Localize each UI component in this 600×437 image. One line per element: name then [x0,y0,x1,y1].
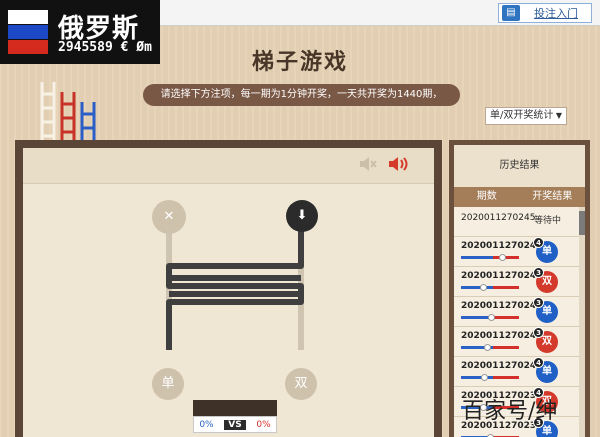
history-number-badge: 3 [533,267,544,278]
ladder-track [166,226,304,350]
history-status: 等待中 [534,216,562,226]
even-percent: 0% [256,419,271,430]
bet-ratio-bar: 0% VS 0% [193,400,277,437]
left-start-icon[interactable]: ✕ [152,200,186,234]
history-row[interactable]: 2020011270244 4 单 [454,237,585,267]
history-ratio-knob [488,314,495,321]
history-result-ball: 3单 [533,297,558,323]
history-row[interactable]: 2020011270240 4 单 [454,357,585,387]
history-title: 历史结果 [454,145,585,187]
help-label: 投注入门 [534,7,578,20]
history-period: 2020011270243 [461,271,543,281]
russia-flag-icon [8,10,48,54]
history-columns: 期数 开奖结果 [454,187,585,207]
history-row[interactable]: 2020011270242 3 单 [454,297,585,327]
history-ratio-knob [499,254,506,261]
history-number-badge: 4 [533,357,544,368]
history-period: 2020011270242 [461,301,543,311]
stats-select-value: 单/双开奖统计 [490,110,554,121]
history-scrollbar[interactable] [579,207,585,437]
site-logo[interactable]: 俄罗斯 2945589 € Øm [0,0,160,64]
history-result-ball: 4单 [533,357,558,383]
history-ratio-red [493,346,519,349]
watermark: 百家号/绅 [462,399,558,424]
history-result-ball: 3双 [533,327,558,353]
history-result-ball: 4单 [533,237,558,263]
history-ratio-knob [484,344,491,351]
arrow-down-icon[interactable]: ⬇ [286,200,318,232]
history-ratio-bar [461,284,519,291]
history-ratio-bar [461,374,519,381]
history-period: 2020011270240 [461,361,543,371]
history-ratio-bar [461,314,519,321]
book-icon: ▤ [502,5,520,21]
history-result: 双 [542,336,552,347]
ratio-header [193,400,277,416]
odd-end-label[interactable]: 单 [152,368,184,400]
column-result: 开奖结果 [532,191,573,202]
stats-select[interactable]: 单/双开奖统计 ▼ [485,107,567,125]
history-result: 单 [542,306,552,317]
notice-banner: 请选择下方注项，每一期为1分钟开奖，一天共开奖为1440期， [143,84,460,106]
history-number-badge: 4 [533,237,544,248]
history-result-ball: 3双 [533,267,558,293]
history-result: 单 [542,426,552,437]
history-result: 单 [542,246,552,257]
history-ratio-red [493,256,519,259]
vs-badge: VS [224,419,246,430]
history-ratio-knob [481,374,488,381]
history-ratio-knob [480,284,487,291]
game-board: ✕ ⬇ 单 双 [15,140,442,437]
history-row[interactable]: 2020011270243 3 双 [454,267,585,297]
history-number-badge: 3 [533,327,544,338]
history-row[interactable]: 2020011270241 3 双 [454,327,585,357]
decorative-ladders-icon [40,82,96,148]
history-ratio-red [493,316,519,319]
even-end-label[interactable]: 双 [285,368,317,400]
history-result: 双 [542,276,552,287]
column-period: 期数 [476,191,497,202]
caret-down-icon: ▼ [555,111,562,120]
history-ratio-bar [461,254,519,261]
history-row[interactable]: 2020011270245 等待中 [454,207,585,237]
scroll-thumb[interactable] [579,211,585,235]
help-button[interactable]: ▤ 投注入门 [498,3,592,23]
history-ratio-red [493,376,519,379]
logo-subtitle: 2945589 € Øm [58,40,152,55]
history-period: 2020011270244 [461,241,543,251]
ratio-values: 0% VS 0% [193,416,277,433]
game-area: ✕ ⬇ 单 双 [23,148,434,437]
history-number-badge: 3 [533,297,544,308]
history-ratio-red [493,286,519,289]
history-ratio-bar [461,344,519,351]
history-result: 单 [542,366,552,377]
odd-percent: 0% [199,419,214,430]
history-period: 2020011270245 [461,213,536,223]
history-period: 2020011270241 [461,331,543,341]
